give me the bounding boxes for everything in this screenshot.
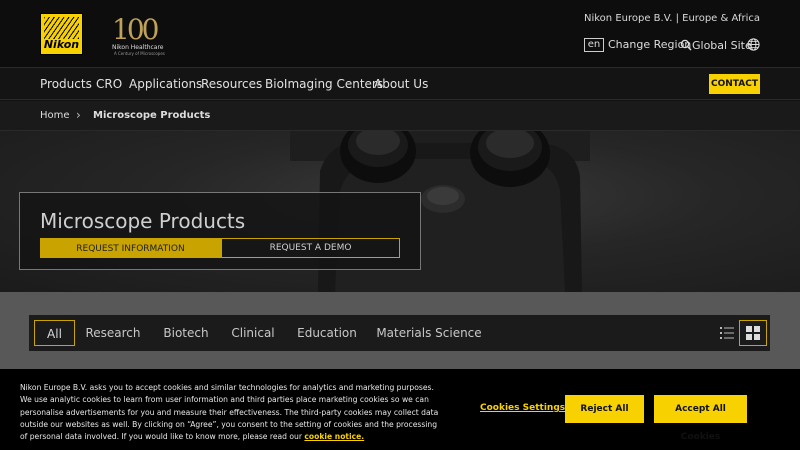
nav-cro[interactable]: CRO	[96, 77, 122, 91]
global-site-link[interactable]: Global Site	[692, 39, 752, 52]
page-title: Microscope Products	[40, 209, 246, 233]
tab-all[interactable]: All	[34, 320, 75, 346]
main-nav: Products CRO Applications Resources BioI…	[0, 68, 800, 100]
chevron-right-icon: ›	[76, 108, 81, 122]
cookie-banner: Nikon Europe B.V. asks you to accept coo…	[0, 369, 800, 450]
nav-products[interactable]: Products	[40, 77, 92, 91]
nav-about-us[interactable]: About Us	[374, 77, 428, 91]
anniversary-number: 100	[112, 13, 159, 46]
grid-view-icon	[746, 326, 760, 340]
cookie-notice-link[interactable]: cookie notice.	[304, 432, 364, 441]
grid-view-button[interactable]	[739, 320, 767, 346]
nav-applications[interactable]: Applications	[129, 77, 202, 91]
nav-bioimaging-centers[interactable]: BioImaging Centers	[265, 77, 383, 91]
search-icon[interactable]	[680, 39, 692, 51]
tab-research[interactable]: Research	[79, 320, 147, 346]
change-region-link[interactable]: Change Region	[608, 38, 691, 51]
reject-all-button[interactable]: Reject All	[565, 395, 644, 423]
cookies-settings-button[interactable]: Cookies Settings	[480, 403, 565, 413]
nav-resources[interactable]: Resources	[201, 77, 262, 91]
breadcrumb: Home › Microscope Products	[0, 101, 800, 131]
tab-clinical[interactable]: Clinical	[225, 320, 281, 346]
tab-biotech[interactable]: Biotech	[155, 320, 217, 346]
anniversary-subtitle: A Century of Microscopes	[114, 51, 165, 56]
language-badge[interactable]: en	[584, 38, 604, 52]
breadcrumb-home[interactable]: Home	[40, 110, 70, 121]
contact-button[interactable]: CONTACT	[709, 74, 760, 94]
page: Nikon 100 Nikon Healthcare A Century of …	[0, 0, 800, 450]
hero-card: Microscope Products REQUEST INFORMATION …	[19, 192, 421, 270]
tab-education[interactable]: Education	[291, 320, 363, 346]
tab-materials-science[interactable]: Materials Science	[371, 320, 487, 346]
logo-text: Nikon	[43, 38, 80, 51]
filter-bar: All Research Biotech Clinical Education …	[29, 315, 770, 351]
cookie-message: Nikon Europe B.V. asks you to accept coo…	[20, 382, 440, 443]
request-demo-button[interactable]: REQUEST A DEMO	[221, 238, 400, 258]
accept-all-cookies-button[interactable]: Accept All Cookies	[654, 395, 747, 442]
list-view-icon[interactable]	[719, 325, 735, 341]
nikon-logo[interactable]: Nikon	[40, 13, 83, 55]
anniversary-title: Nikon Healthcare	[112, 44, 164, 51]
request-information-button[interactable]: REQUEST INFORMATION	[40, 238, 221, 258]
anniversary-logo: 100 Nikon Healthcare A Century of Micros…	[112, 13, 174, 57]
company-region-label: Nikon Europe B.V. | Europe & Africa	[583, 13, 760, 24]
breadcrumb-current: Microscope Products	[93, 110, 211, 121]
top-header: Nikon 100 Nikon Healthcare A Century of …	[0, 0, 800, 68]
globe-icon[interactable]	[747, 38, 760, 51]
hero-banner: Microscope Products REQUEST INFORMATION …	[0, 131, 800, 292]
cookie-message-text: Nikon Europe B.V. asks you to accept coo…	[20, 383, 439, 442]
